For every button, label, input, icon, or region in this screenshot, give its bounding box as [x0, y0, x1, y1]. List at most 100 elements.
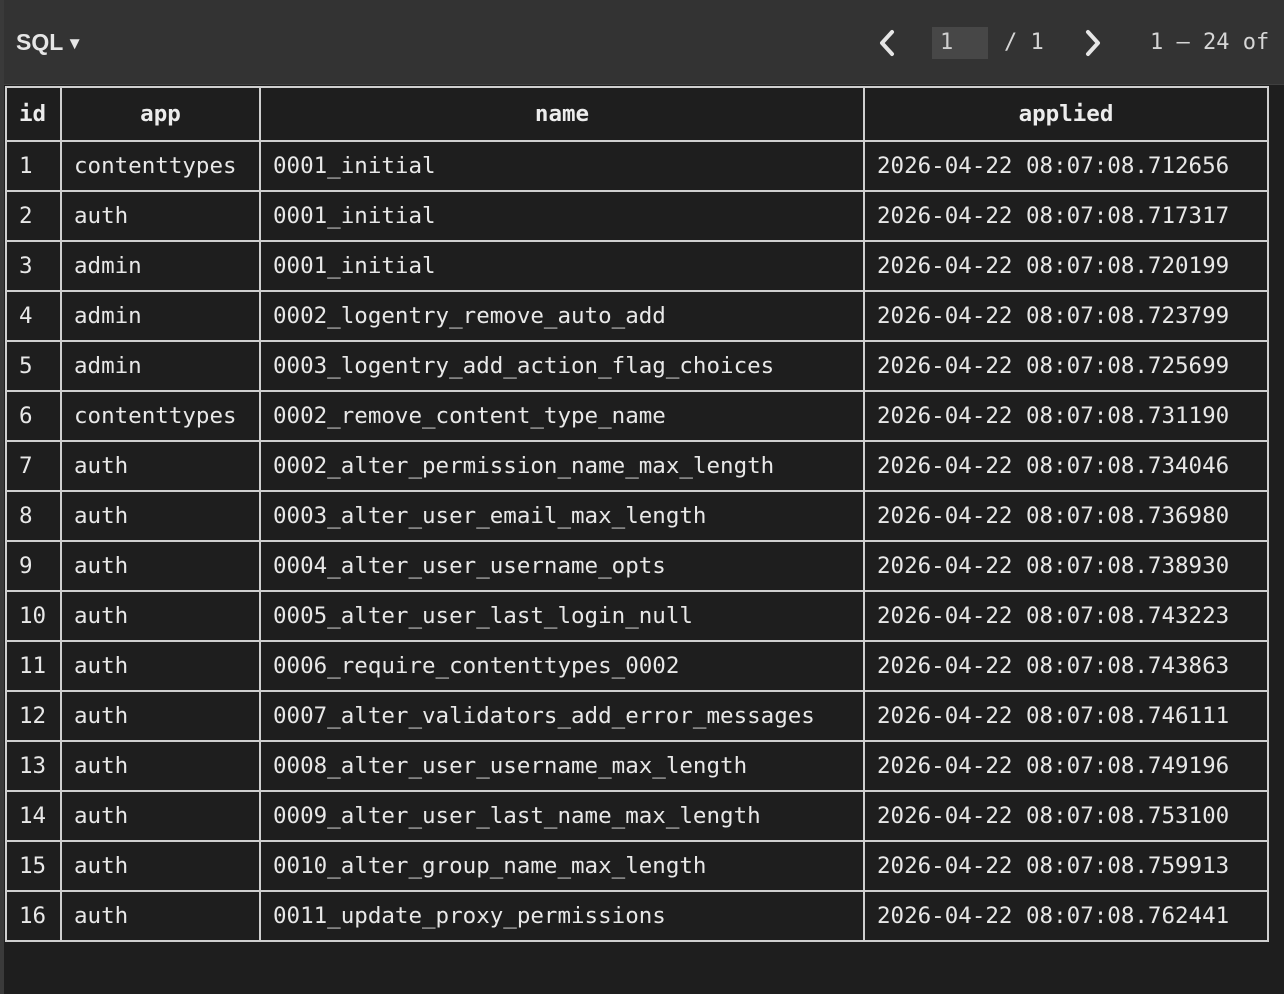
chevron-left-icon [880, 30, 894, 56]
cell-app: auth [60, 840, 261, 892]
cell-applied: 2026-04-22 08:07:08.734046 [863, 440, 1269, 492]
cell-id: 4 [5, 290, 62, 342]
cell-app: auth [60, 490, 261, 542]
cell-app: auth [60, 590, 261, 642]
cell-id: 7 [5, 440, 62, 492]
cell-app: auth [60, 740, 261, 792]
page-number-input[interactable] [932, 27, 988, 59]
cell-name: 0008_alter_user_username_max_length [259, 740, 865, 792]
sql-mode-label: SQL [16, 29, 64, 55]
header-row: id app name applied [5, 86, 1269, 142]
cell-app: auth [60, 440, 261, 492]
column-header-name[interactable]: name [259, 86, 865, 142]
results-body: 1 contenttypes 0001_initial 2026-04-22 08:0… [5, 140, 1269, 942]
cell-id: 16 [5, 890, 62, 942]
cell-app: auth [60, 640, 261, 692]
cell-id: 8 [5, 490, 62, 542]
table-row[interactable]: 10 auth 0005_alter_user_last_login_null 202… [5, 590, 1269, 642]
table-row[interactable]: 14 auth 0009_alter_user_last_name_max_leng… [5, 790, 1269, 842]
table-row[interactable]: 5 admin 0003_logentry_add_action_flag_choi… [5, 340, 1269, 392]
cell-name: 0001_initial [259, 140, 865, 192]
cell-applied: 2026-04-22 08:07:08.712656 [863, 140, 1269, 192]
table-row[interactable]: 1 contenttypes 0001_initial 2026-04-22 08:0… [5, 140, 1269, 192]
cell-applied: 2026-04-22 08:07:08.743223 [863, 590, 1269, 642]
cell-name: 0002_logentry_remove_auto_add [259, 290, 865, 342]
results-toolbar: SQL▼ / 1 1 – 24 of [4, 0, 1284, 85]
caret-down-icon: ▼ [66, 34, 84, 53]
results-table-container[interactable]: id app name applied 1 contenttypes 0001_in… [4, 86, 1284, 994]
table-row[interactable]: 13 auth 0008_alter_user_username_max_lengt… [5, 740, 1269, 792]
cell-name: 0010_alter_group_name_max_length [259, 840, 865, 892]
cell-applied: 2026-04-22 08:07:08.743863 [863, 640, 1269, 692]
cell-name: 0002_remove_content_type_name [259, 390, 865, 442]
row-range-label: 1 – 24 of [1150, 30, 1270, 55]
cell-app: contenttypes [60, 390, 261, 442]
cell-applied: 2026-04-22 08:07:08.762441 [863, 890, 1269, 942]
table-row[interactable]: 8 auth 0003_alter_user_email_max_length 202… [5, 490, 1269, 542]
cell-name: 0003_alter_user_email_max_length [259, 490, 865, 542]
cell-id: 9 [5, 540, 62, 592]
cell-id: 1 [5, 140, 62, 192]
chevron-right-icon [1086, 30, 1100, 56]
cell-app: auth [60, 690, 261, 742]
cell-app: auth [60, 540, 261, 592]
cell-name: 0003_logentry_add_action_flag_choices [259, 340, 865, 392]
cell-name: 0006_require_contenttypes_0002 [259, 640, 865, 692]
cell-id: 10 [5, 590, 62, 642]
cell-id: 14 [5, 790, 62, 842]
table-row[interactable]: 12 auth 0007_alter_validators_add_error_me… [5, 690, 1269, 742]
results-table: id app name applied 1 contenttypes 0001_in… [5, 86, 1269, 942]
cell-name: 0002_alter_permission_name_max_length [259, 440, 865, 492]
cell-app: contenttypes [60, 140, 261, 192]
cell-applied: 2026-04-22 08:07:08.736980 [863, 490, 1269, 542]
cell-name: 0009_alter_user_last_name_max_length [259, 790, 865, 842]
table-row[interactable]: 16 auth 0011_update_proxy_permissions 2026-… [5, 890, 1269, 942]
cell-applied: 2026-04-22 08:07:08.749196 [863, 740, 1269, 792]
table-row[interactable]: 3 admin 0001_initial 2026-04-22 08:07:08.72… [5, 240, 1269, 292]
cell-app: admin [60, 340, 261, 392]
cell-applied: 2026-04-22 08:07:08.746111 [863, 690, 1269, 742]
cell-id: 5 [5, 340, 62, 392]
table-row[interactable]: 15 auth 0010_alter_group_name_max_length 20… [5, 840, 1269, 892]
cell-id: 3 [5, 240, 62, 292]
cell-app: admin [60, 290, 261, 342]
cell-applied: 2026-04-22 08:07:08.720199 [863, 240, 1269, 292]
table-row[interactable]: 2 auth 0001_initial 2026-04-22 08:07:08.717… [5, 190, 1269, 242]
table-row[interactable]: 9 auth 0004_alter_user_username_opts 2026-0… [5, 540, 1269, 592]
cell-name: 0004_alter_user_username_opts [259, 540, 865, 592]
cell-name: 0005_alter_user_last_login_null [259, 590, 865, 642]
cell-applied: 2026-04-22 08:07:08.738930 [863, 540, 1269, 592]
cell-app: admin [60, 240, 261, 292]
cell-applied: 2026-04-22 08:07:08.725699 [863, 340, 1269, 392]
cell-app: auth [60, 790, 261, 842]
table-row[interactable]: 6 contenttypes 0002_remove_content_type_na… [5, 390, 1269, 442]
cell-applied: 2026-04-22 08:07:08.753100 [863, 790, 1269, 842]
column-header-applied[interactable]: applied [863, 86, 1269, 142]
cell-name: 0011_update_proxy_permissions [259, 890, 865, 942]
cell-applied: 2026-04-22 08:07:08.759913 [863, 840, 1269, 892]
cell-id: 11 [5, 640, 62, 692]
cell-id: 13 [5, 740, 62, 792]
cell-app: auth [60, 890, 261, 942]
table-row[interactable]: 7 auth 0002_alter_permission_name_max_leng… [5, 440, 1269, 492]
cell-id: 6 [5, 390, 62, 442]
cell-name: 0007_alter_validators_add_error_messages [259, 690, 865, 742]
cell-applied: 2026-04-22 08:07:08.731190 [863, 390, 1269, 442]
column-header-app[interactable]: app [60, 86, 261, 142]
next-page-button[interactable] [1080, 28, 1106, 58]
cell-applied: 2026-04-22 08:07:08.717317 [863, 190, 1269, 242]
sql-results-panel: SQL▼ / 1 1 – 24 of id [0, 0, 1284, 994]
table-row[interactable]: 11 auth 0006_require_contenttypes_0002 2026… [5, 640, 1269, 692]
cell-id: 2 [5, 190, 62, 242]
cell-app: auth [60, 190, 261, 242]
previous-page-button[interactable] [874, 28, 900, 58]
column-header-id[interactable]: id [5, 86, 62, 142]
sql-mode-dropdown[interactable]: SQL ▼ [16, 28, 83, 56]
cell-name: 0001_initial [259, 190, 865, 242]
cell-id: 12 [5, 690, 62, 742]
page-total-label: / 1 [1004, 30, 1044, 55]
cell-applied: 2026-04-22 08:07:08.723799 [863, 290, 1269, 342]
cell-name: 0001_initial [259, 240, 865, 292]
cell-id: 15 [5, 840, 62, 892]
table-row[interactable]: 4 admin 0002_logentry_remove_auto_add 2026-… [5, 290, 1269, 342]
